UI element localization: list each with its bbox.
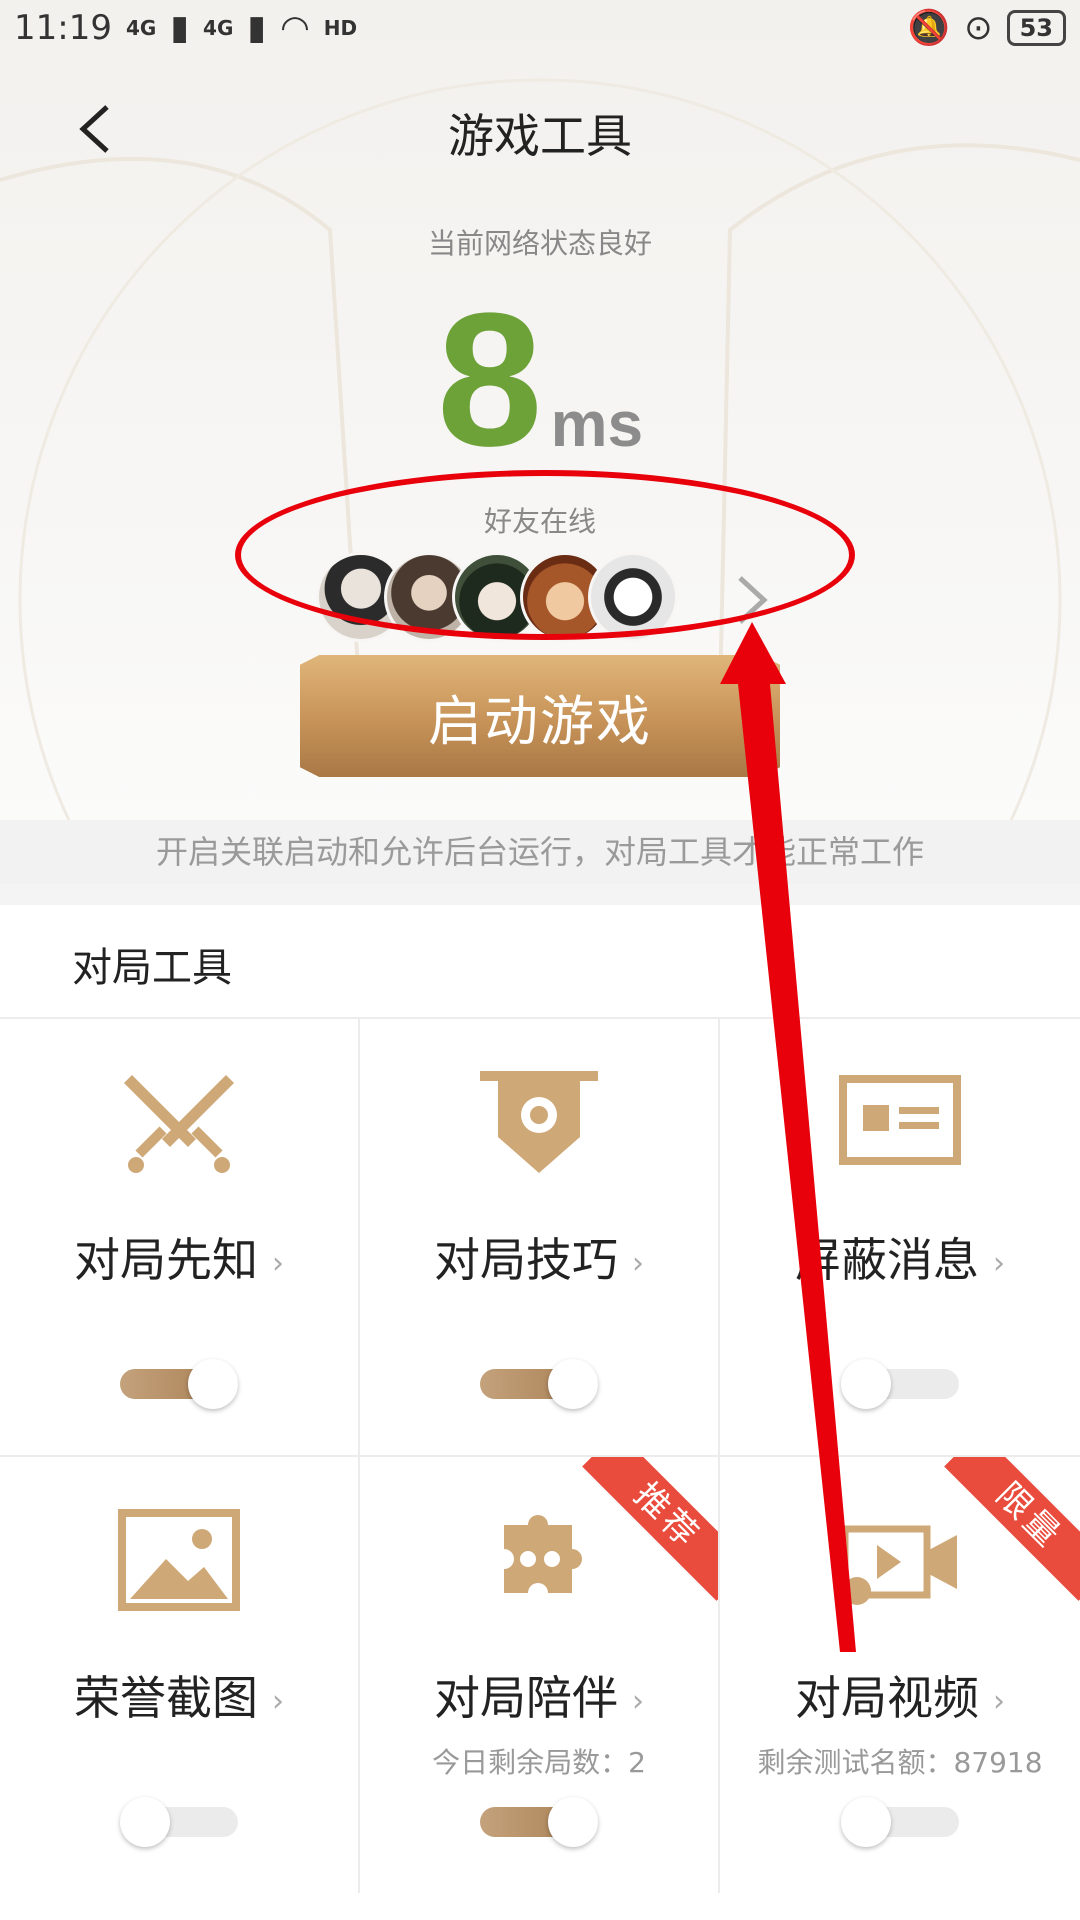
wifi-icon: ◠ xyxy=(280,8,310,48)
chevron-right-icon: › xyxy=(993,1246,1005,1281)
battery-icon: 53 xyxy=(1006,10,1066,46)
tool-card-video[interactable]: 限量 对局视频 › 剩余测试名额：87918 xyxy=(720,1455,1080,1893)
puzzle-icon xyxy=(504,1515,582,1593)
signal-icon-1: 4G xyxy=(125,16,157,40)
tool-card-block-messages[interactable]: 屏蔽消息 › xyxy=(720,1017,1080,1455)
tool-toggle[interactable] xyxy=(120,1359,238,1409)
tool-card-honor-screenshot[interactable]: 荣誉截图 › xyxy=(0,1455,360,1893)
tools-section: 对局工具 对局先知 › 对局技巧 › 屏蔽消息 › 荣誉截图 › 推荐 对局陪伴… xyxy=(0,905,1080,1920)
chevron-right-icon: › xyxy=(632,1684,644,1719)
hero-panel: 11:19 4G ▮ 4G ▮ ◠ HD 🔕 ⊙ 53 游戏工具 当前网络状态良… xyxy=(0,0,1080,820)
chevron-right-icon: › xyxy=(272,1684,284,1719)
crossed-swords-icon xyxy=(124,1075,234,1173)
tool-label-text: 荣誉截图 xyxy=(74,1671,258,1725)
tool-toggle[interactable] xyxy=(480,1797,598,1847)
signal-bars-icon-2: ▮ xyxy=(247,8,267,48)
tool-card-tips[interactable]: 对局技巧 › xyxy=(360,1017,720,1455)
hint-text: 开启关联启动和允许后台运行，对局工具才能正常工作 xyxy=(0,820,1080,884)
banner-shield-icon xyxy=(480,1071,598,1173)
tool-subtext: 今日剩余局数：2 xyxy=(432,1746,646,1779)
tool-label-text: 屏蔽消息 xyxy=(795,1233,979,1287)
tools-grid: 对局先知 › 对局技巧 › 屏蔽消息 › 荣誉截图 › 推荐 对局陪伴 › 今日… xyxy=(0,1017,1080,1893)
tool-card-foresight[interactable]: 对局先知 › xyxy=(0,1017,360,1455)
chevron-right-icon: › xyxy=(632,1246,644,1281)
section-title: 对局工具 xyxy=(72,945,232,991)
tool-label: 对局技巧 › xyxy=(360,1224,718,1290)
tool-toggle[interactable] xyxy=(480,1359,598,1409)
lock-rotation-icon: ⊙ xyxy=(964,8,993,48)
tool-label-text: 对局视频 xyxy=(795,1671,979,1725)
signal-bars-icon: ▮ xyxy=(170,8,190,48)
tool-subtext: 剩余测试名额：87918 xyxy=(757,1746,1043,1779)
tool-card-companion[interactable]: 推荐 对局陪伴 › 今日剩余局数：2 xyxy=(360,1455,720,1893)
tool-label: 对局陪伴 › xyxy=(360,1662,718,1728)
chevron-right-icon: › xyxy=(993,1684,1005,1719)
tool-toggle[interactable] xyxy=(841,1797,959,1847)
latency-unit: ms xyxy=(550,388,644,460)
page-title: 游戏工具 xyxy=(448,109,632,163)
network-status: 当前网络状态良好 xyxy=(427,227,652,260)
tool-label: 屏蔽消息 › xyxy=(720,1224,1080,1290)
tool-label-text: 对局技巧 xyxy=(434,1233,618,1287)
video-camera-icon xyxy=(841,1525,957,1605)
image-icon xyxy=(118,1509,240,1611)
bell-off-icon: 🔕 xyxy=(907,8,951,48)
tool-label: 荣誉截图 › xyxy=(0,1662,358,1728)
tool-label: 对局视频 › xyxy=(720,1662,1080,1728)
latency-display: 8 ms xyxy=(0,274,1080,486)
tool-toggle[interactable] xyxy=(841,1359,959,1409)
chevron-right-icon: › xyxy=(272,1246,284,1281)
hd-icon: HD xyxy=(323,16,358,40)
latency-value: 8 xyxy=(436,274,543,486)
status-bar: 11:19 4G ▮ 4G ▮ ◠ HD 🔕 ⊙ 53 xyxy=(0,0,1080,56)
top-bar: 游戏工具 xyxy=(0,90,1080,170)
tool-label: 对局先知 › xyxy=(0,1224,358,1290)
annotation-ellipse xyxy=(235,470,855,640)
tool-label-text: 对局陪伴 xyxy=(434,1671,618,1725)
message-block-icon xyxy=(839,1075,961,1165)
clock: 11:19 xyxy=(14,8,112,48)
tool-label-text: 对局先知 xyxy=(74,1233,258,1287)
tool-toggle[interactable] xyxy=(120,1797,238,1847)
launch-game-button[interactable]: 启动游戏 xyxy=(300,655,780,777)
signal-icon-2: 4G xyxy=(203,16,234,40)
